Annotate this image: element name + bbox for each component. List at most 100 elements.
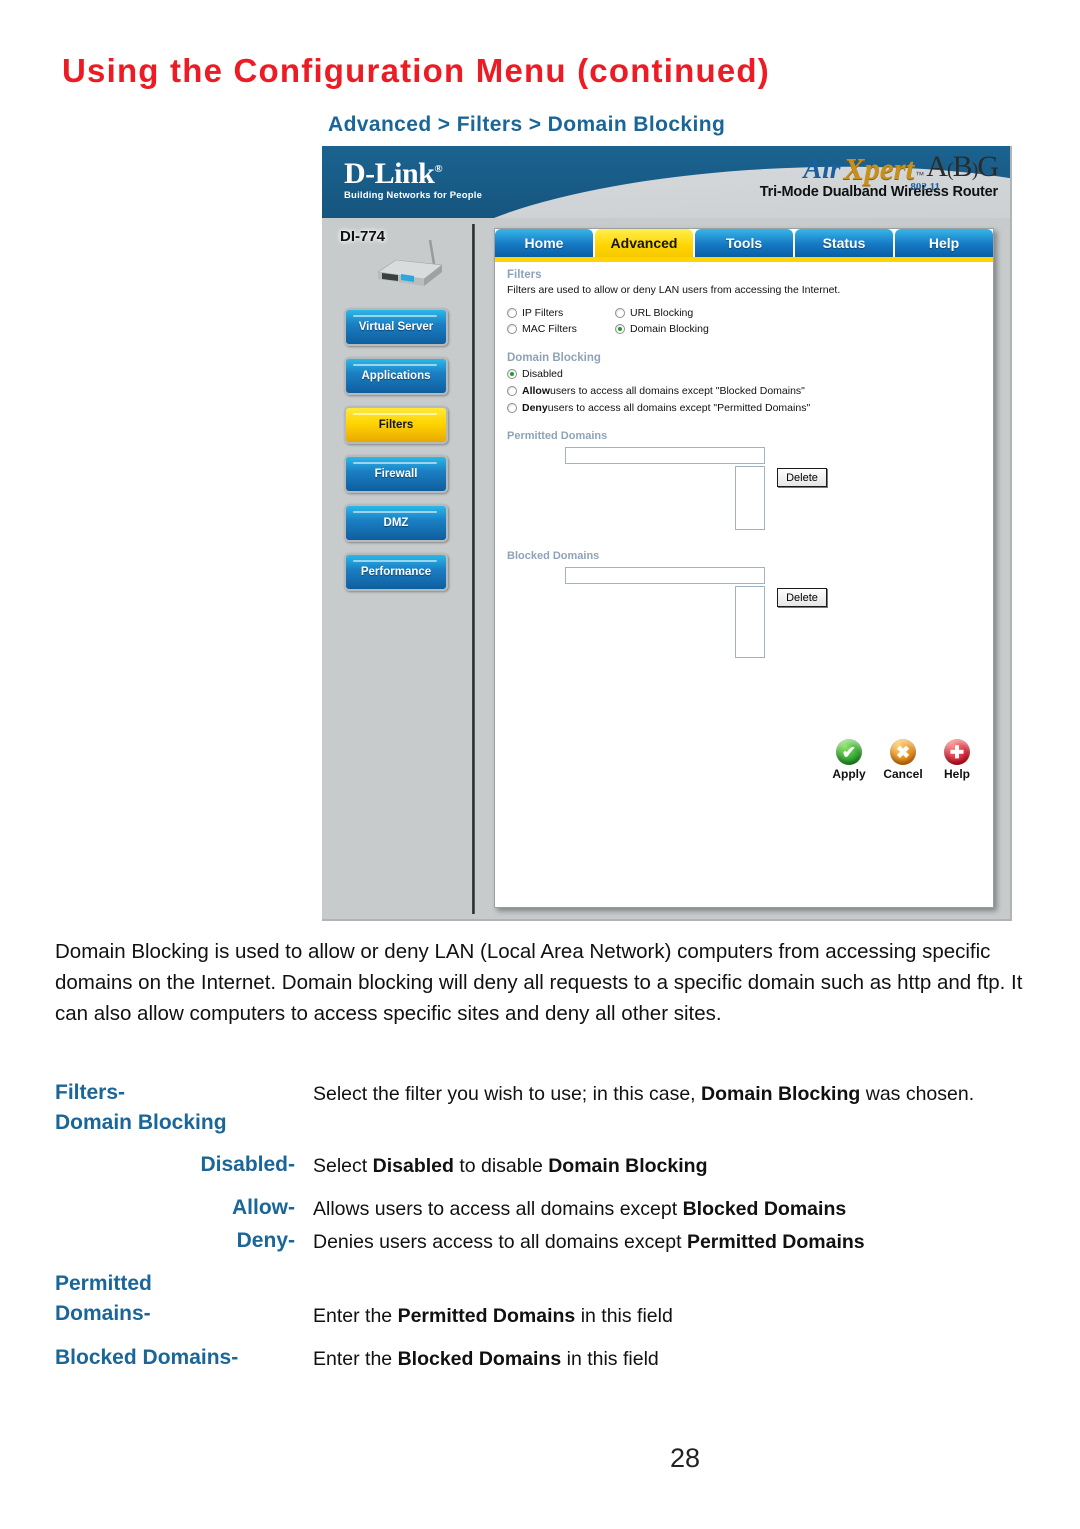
definition-description: Enter the Blocked Domains in this field [313,1348,659,1370]
tab-advanced[interactable]: Advanced [595,229,693,257]
router-header-banner: D-Link® Building Networks for People Air… [322,146,1010,218]
tab-label: Help [928,235,960,251]
sidebar-label: Firewall [374,468,418,480]
definition-list: Filters- Domain Blocking Select the filt… [55,1078,1055,1376]
model-number-label: DI-774 [340,228,386,245]
radio-label: IP Filters [522,307,564,319]
definition-row-disabled: Disabled- Select Disabled to disable Dom… [55,1150,1055,1181]
definition-row-permitted-domains: Permitted Domains- Enter the Permitted D… [55,1269,1055,1331]
form-action-buttons: ✔ Apply ✖ Cancel ✚ Help [827,739,979,781]
tab-label: Home [524,235,564,251]
domain-blocking-heading: Domain Blocking [507,352,601,364]
radio-domain-blocking[interactable]: Domain Blocking [615,323,709,335]
plus-icon: ✚ [944,739,970,765]
definition-term: Filters- Domain Blocking [55,1078,313,1138]
radio-dot-icon [615,308,625,318]
router-ui-screenshot: D-Link® Building Networks for People Air… [322,146,1012,921]
definition-term: Deny- [236,1229,295,1252]
sidebar-button-list: Virtual Server Applications Filters Fire… [344,308,448,602]
definition-term: Disabled- [200,1153,295,1176]
help-button[interactable]: ✚ Help [935,739,979,781]
check-icon: ✔ [836,739,862,765]
permitted-domains-input[interactable] [565,447,765,464]
apply-button[interactable]: ✔ Apply [827,739,871,781]
sidebar-item-virtual-server[interactable]: Virtual Server [344,308,448,346]
sidebar-item-applications[interactable]: Applications [344,357,448,395]
blocked-domains-listbox[interactable] [735,586,765,658]
filters-heading: Filters [507,269,542,281]
radio-ip-filters[interactable]: IP Filters [507,307,615,319]
sidebar-item-dmz[interactable]: DMZ [344,504,448,542]
radio-url-blocking[interactable]: URL Blocking [615,307,709,319]
radio-dot-selected-icon [615,324,625,334]
brand-trademark: ® [434,163,443,175]
body-paragraph: Domain Blocking is used to allow or deny… [55,940,1023,1025]
airxpert-xpert-text: Xpert [843,151,915,186]
radio-label-bold: Deny [522,402,548,414]
radio-label: URL Blocking [630,307,694,319]
page-title: Using the Configuration Menu (continued) [62,52,770,89]
filter-type-radio-group: IP Filters MAC Filters URL Blocking Doma… [507,307,981,339]
tab-home[interactable]: Home [495,229,593,257]
radio-disabled[interactable]: Disabled [507,368,981,380]
radio-dot-icon [507,403,517,413]
sidebar-label: Virtual Server [358,321,434,333]
definition-term-line2: Domain Blocking [55,1111,227,1134]
filters-description: Filters are used to allow or deny LAN us… [507,284,841,296]
tab-status[interactable]: Status [795,229,893,257]
radio-label: MAC Filters [522,323,577,335]
tab-help[interactable]: Help [895,229,993,257]
permitted-domains-label: Permitted Domains [507,430,608,442]
router-sidebar: DI-774 Virtual Server Applications Filte… [322,218,470,919]
blocked-domains-delete-button[interactable]: Delete [777,588,827,607]
definition-term-line1: Filters- [55,1081,126,1104]
radio-label-bold: Allow [522,385,550,397]
x-icon: ✖ [890,739,916,765]
definition-term: Blocked Domains- [55,1346,239,1369]
blocked-domains-group: Blocked Domains Delete [507,550,981,658]
sidebar-item-filters[interactable]: Filters [344,406,448,444]
definition-term: Permitted Domains- [55,1269,313,1331]
dlink-logo: D-Link® Building Networks for People [344,154,483,202]
brand-tagline: Building Networks for People [344,190,483,201]
page-number: 28 [669,1443,701,1473]
sidebar-label: Applications [361,370,431,382]
definition-row-deny: Deny- Denies users access to all domains… [55,1226,1055,1257]
cancel-button[interactable]: ✖ Cancel [881,739,925,781]
definition-term-line1: Permitted [55,1272,152,1295]
radio-deny[interactable]: Deny users to access all domains except … [507,402,981,414]
radio-mac-filters[interactable]: MAC Filters [507,323,615,335]
sidebar-label: DMZ [383,517,409,529]
tab-label: Tools [725,235,763,251]
router-content-card: Home Advanced Tools Status Help Filters … [494,228,994,908]
definition-description: Allows users to access all domains excep… [313,1198,847,1220]
apply-label: Apply [832,767,866,781]
definition-description: Select Disabled to disable Domain Blocki… [313,1155,708,1177]
sidebar-item-firewall[interactable]: Firewall [344,455,448,493]
tab-label: Advanced [610,235,678,251]
router-device-image [377,239,443,286]
definition-row-filters: Filters- Domain Blocking Select the filt… [55,1078,1055,1138]
permitted-domains-delete-button[interactable]: Delete [777,468,827,487]
airxpert-air-text: Air [803,154,841,185]
blocked-domains-input[interactable] [565,567,765,584]
tab-label: Status [822,235,866,251]
domain-blocking-radio-group: Disabled Allow users to access all domai… [507,368,981,414]
radio-label: users to access all domains except "Bloc… [550,385,805,397]
tab-tools[interactable]: Tools [695,229,793,257]
breadcrumb: Advanced > Filters > Domain Blocking [328,113,726,136]
nav-tabs: Home Advanced Tools Status Help [495,229,993,257]
permitted-domains-listbox[interactable] [735,466,765,530]
airxpert-logo: Air Xpert ™ A(B)G 802.11 Tri-Mode Dualba… [760,151,999,201]
radio-dot-selected-icon [507,369,517,379]
radio-dot-icon [507,386,517,396]
wireless-standard-label: 802.11 [910,181,940,193]
definition-row-blocked-domains: Blocked Domains- Enter the Blocked Domai… [55,1343,1055,1374]
definition-description: Enter the Permitted Domains in this fiel… [313,1305,673,1327]
definition-description: Denies users access to all domains excep… [313,1231,865,1253]
help-label: Help [943,767,970,781]
radio-allow[interactable]: Allow users to access all domains except… [507,385,981,397]
sidebar-item-performance[interactable]: Performance [344,553,448,591]
definition-row-allow: Allow- Allows users to access all domain… [55,1193,1055,1224]
brand-name: D-Link [344,157,435,190]
